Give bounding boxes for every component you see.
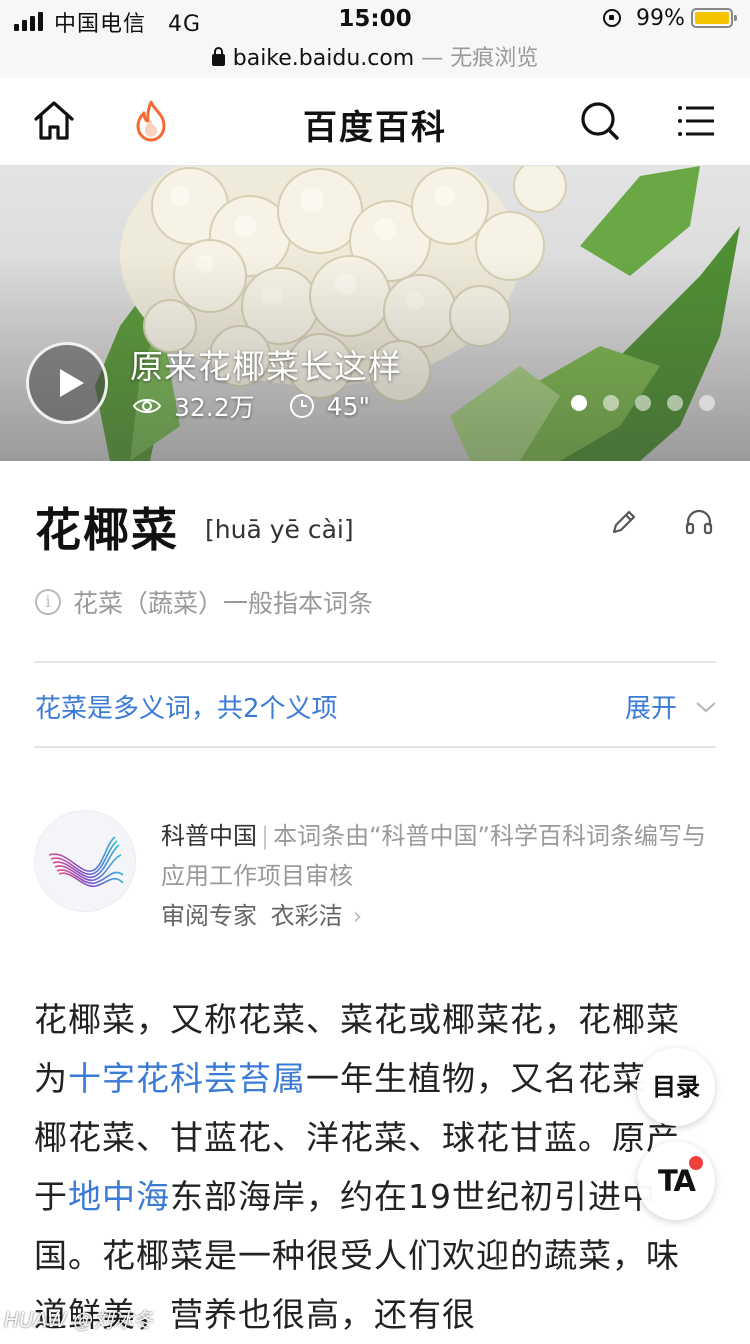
view-count: 32.2万 xyxy=(174,393,255,422)
video-title: 原来花椰菜长这样 xyxy=(130,347,402,386)
carousel-dot[interactable] xyxy=(603,395,619,411)
carousel-dot[interactable] xyxy=(667,395,683,411)
chevron-right-icon: › xyxy=(352,902,363,930)
url-bar[interactable]: baike.baidu.com — 无痕浏览 xyxy=(0,40,750,78)
hero-video-banner[interactable]: 原来花椰菜长这样 32.2万 45" xyxy=(0,166,750,461)
link-cruciferae[interactable]: 十字花科芸苔属 xyxy=(68,1059,306,1098)
polysemy-text[interactable]: 花菜是多义词，共2个义项 xyxy=(35,694,338,724)
chevron-down-icon xyxy=(696,701,716,712)
polysemy-row[interactable]: 花菜是多义词，共2个义项 展开 xyxy=(35,688,717,725)
menu-icon[interactable] xyxy=(673,98,719,144)
info-icon: i xyxy=(35,589,61,615)
divider xyxy=(34,661,716,663)
clock-icon xyxy=(289,394,314,418)
disambiguation-text: 花菜（蔬菜）一般指本词条 xyxy=(73,589,374,618)
rotation-lock-icon xyxy=(603,9,621,27)
url-domain: baike.baidu.com xyxy=(232,46,415,71)
ta-label: TA xyxy=(658,1164,696,1198)
disambiguation-note: i 花菜（蔬菜）一般指本词条 xyxy=(35,584,373,620)
carousel-dot[interactable] xyxy=(635,395,651,411)
top-nav-bar: 百度百科 xyxy=(0,78,750,166)
carousel-dots[interactable] xyxy=(571,395,715,411)
search-icon[interactable] xyxy=(577,98,623,144)
expert-review-block: 科普中国 | 本词条由“科普中国”科学百科词条编写与应用工作项目审核 审阅专家 衣彩… xyxy=(161,816,721,936)
expand-label[interactable]: 展开 xyxy=(625,688,677,725)
reviewer-link[interactable]: 审阅专家 衣彩洁 › xyxy=(161,896,721,936)
science-china-logo[interactable] xyxy=(34,810,136,912)
toc-button[interactable]: 目录 xyxy=(637,1048,715,1126)
site-title: 百度百科 xyxy=(303,108,447,148)
article-intro: 花椰菜，又称花菜、菜花或椰菜花，花椰菜为十字花科芸苔属一年生植物，又名花菜、椰花… xyxy=(34,990,694,1344)
notification-dot xyxy=(689,1156,703,1170)
battery-icon xyxy=(691,8,737,28)
views-eye-icon xyxy=(132,399,162,413)
link-mediterranean[interactable]: 地中海 xyxy=(68,1177,170,1216)
watermark: HUAW @刘冰冬 xyxy=(4,1308,154,1332)
review-org[interactable]: 科普中国 xyxy=(161,822,257,850)
headphones-audio-icon[interactable] xyxy=(683,506,715,538)
video-meta: 32.2万 45" xyxy=(132,388,370,424)
edit-pencil-icon[interactable] xyxy=(608,506,640,538)
private-mode-label: — 无痕浏览 xyxy=(414,46,539,71)
padlock-icon xyxy=(211,47,225,66)
status-bar: 中国电信 4G 15:00 99% xyxy=(0,0,750,40)
carousel-dot[interactable] xyxy=(571,395,587,411)
ta-button[interactable]: TA xyxy=(637,1142,715,1220)
battery-percent: 99% xyxy=(636,6,685,31)
review-statement: 科普中国 | 本词条由“科普中国”科学百科词条编写与应用工作项目审核 xyxy=(161,816,721,896)
reviewer-label: 审阅专家 xyxy=(161,902,257,930)
expand-toggle[interactable]: 展开 xyxy=(625,688,717,725)
video-duration: 45" xyxy=(326,391,370,421)
science-china-logo-mark xyxy=(48,836,124,887)
separator: | xyxy=(261,822,270,850)
carousel-dot[interactable] xyxy=(699,395,715,411)
divider xyxy=(34,746,716,748)
play-button[interactable] xyxy=(26,342,108,424)
entry-pinyin: [huā yē cài] xyxy=(205,515,354,544)
entry-title: 花椰菜 xyxy=(35,503,179,557)
reviewer-name: 衣彩洁 xyxy=(270,902,343,930)
hero-shade xyxy=(0,166,750,461)
